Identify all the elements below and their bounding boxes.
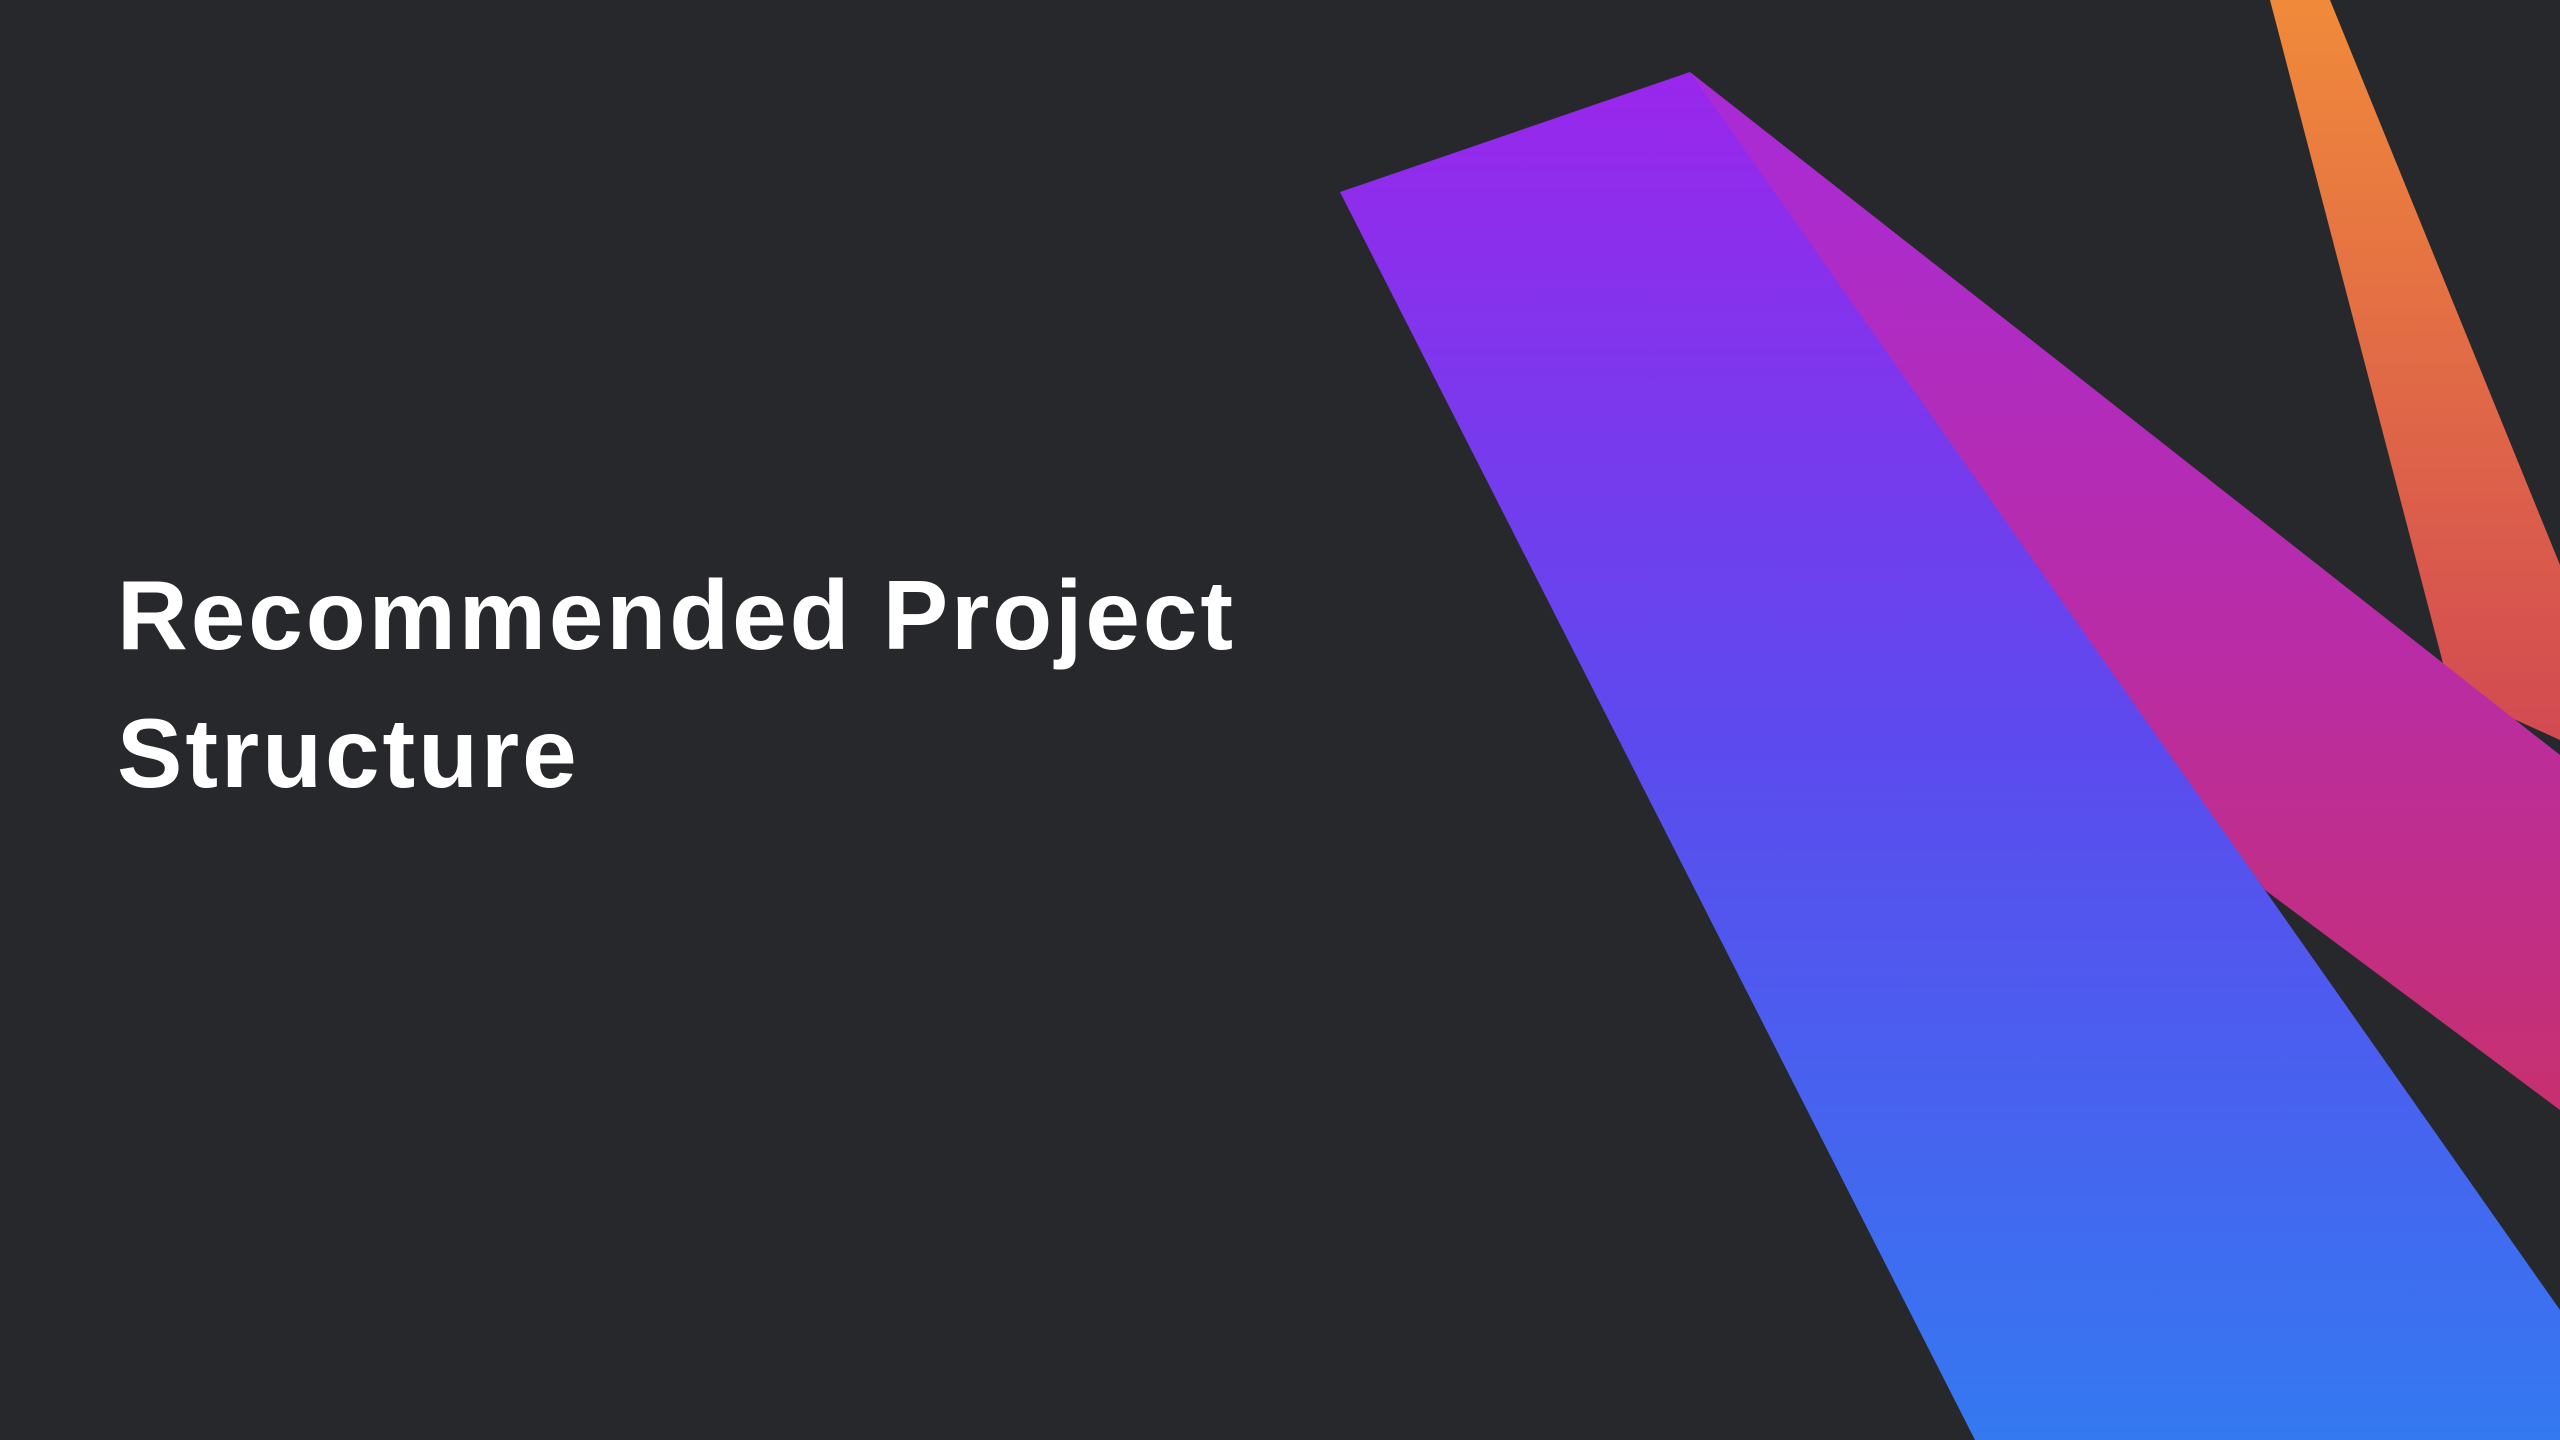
- slide-title: Recommended Project Structure: [117, 560, 1236, 808]
- title-slide: Recommended Project Structure: [0, 0, 2560, 1440]
